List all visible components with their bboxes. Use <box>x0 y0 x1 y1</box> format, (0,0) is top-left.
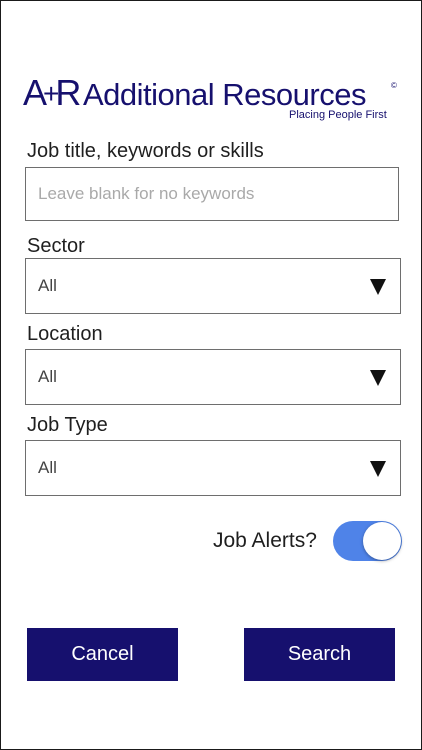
location-label: Location <box>27 323 103 345</box>
keywords-field[interactable] <box>25 167 399 221</box>
toggle-knob <box>363 522 401 560</box>
sector-label: Sector <box>27 235 85 257</box>
job-alerts-label: Job Alerts? <box>213 529 317 552</box>
company-logo: A+R Additional Resources © Placing Peopl… <box>23 75 403 125</box>
job-type-label: Job Type <box>27 414 108 436</box>
job-type-selected-value: All <box>38 458 57 477</box>
app-screen: A+R Additional Resources © Placing Peopl… <box>0 0 422 750</box>
logo-registered-mark: © <box>391 81 397 90</box>
location-select[interactable]: All <box>25 349 401 405</box>
keywords-label: Job title, keywords or skills <box>27 140 264 162</box>
sector-select[interactable]: All <box>25 258 401 314</box>
dropdown-arrow-icon <box>370 461 386 477</box>
logo-mark: A+R <box>23 72 81 113</box>
logo-tagline: Placing People First <box>289 109 387 121</box>
dropdown-arrow-icon <box>370 279 386 295</box>
sector-selected-value: All <box>38 276 57 295</box>
cancel-button[interactable]: Cancel <box>27 628 178 681</box>
job-alerts-toggle[interactable] <box>333 521 402 561</box>
dropdown-arrow-icon <box>370 370 386 386</box>
logo-name: Additional Resources <box>83 77 366 112</box>
location-selected-value: All <box>38 367 57 386</box>
job-type-select[interactable]: All <box>25 440 401 496</box>
search-button[interactable]: Search <box>244 628 395 681</box>
keywords-input[interactable] <box>26 168 398 220</box>
